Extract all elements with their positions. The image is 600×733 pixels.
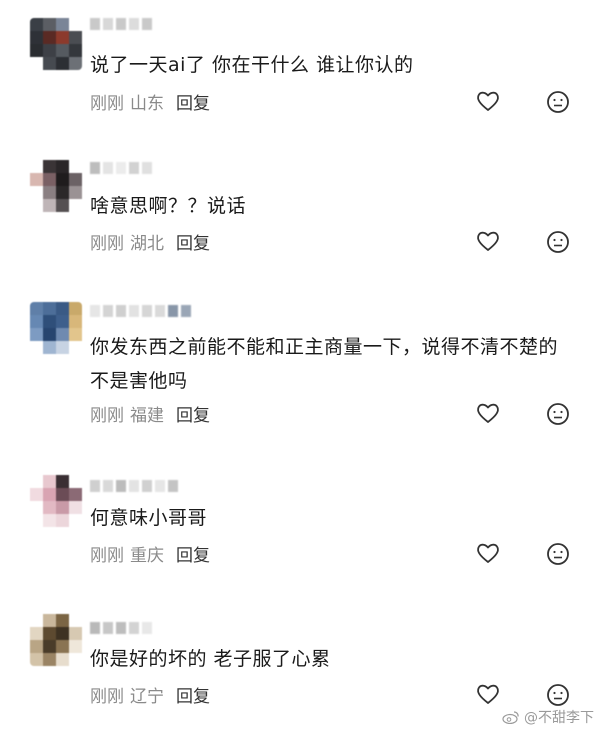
- username-redacted[interactable]: [90, 162, 152, 174]
- comment-text: 你是好的坏的 老子服了心累: [90, 648, 331, 670]
- username-redacted[interactable]: [90, 622, 152, 634]
- like-heart-icon[interactable]: [475, 400, 501, 426]
- comment-meta: 刚刚 山东 回复: [90, 89, 210, 114]
- comment-time: 刚刚: [90, 93, 124, 114]
- reaction-smiley-icon[interactable]: [545, 89, 571, 115]
- comment-meta: 刚刚 湖北 回复: [90, 229, 210, 254]
- comment-text: 说了一天ai了 你在干什么 谁让你认的: [90, 54, 414, 76]
- reaction-smiley-icon[interactable]: [545, 682, 571, 708]
- avatar[interactable]: [30, 614, 82, 666]
- watermark-text: @不甜李下: [524, 710, 594, 726]
- comment-text: 你发东西之前能不能和正主商量一下，说得不清不楚的不是害他吗: [90, 336, 559, 392]
- avatar[interactable]: [30, 18, 82, 70]
- watermark: @不甜李下: [502, 707, 594, 727]
- comment-text: 啥意思啊？？说话: [90, 195, 247, 217]
- username-redacted[interactable]: [90, 18, 152, 30]
- avatar[interactable]: [30, 160, 82, 212]
- reply-button[interactable]: 回复: [176, 682, 210, 707]
- weibo-logo-icon: [502, 711, 519, 724]
- like-heart-icon[interactable]: [475, 88, 501, 114]
- comment-meta: 刚刚 重庆 回复: [90, 541, 210, 566]
- avatar[interactable]: [30, 475, 82, 527]
- username-redacted[interactable]: [90, 480, 178, 492]
- comment-location: 福建: [130, 405, 164, 426]
- comment-location: 辽宁: [130, 686, 164, 707]
- comment-location: 山东: [130, 93, 164, 114]
- reply-button[interactable]: 回复: [176, 541, 210, 566]
- like-heart-icon[interactable]: [475, 681, 501, 707]
- comment-location: 湖北: [130, 233, 164, 254]
- comment-time: 刚刚: [90, 545, 124, 566]
- comment-text: 何意味小哥哥: [90, 507, 208, 529]
- comment-meta: 刚刚 辽宁 回复: [90, 682, 210, 707]
- comment-meta: 刚刚 福建 回复: [90, 401, 210, 426]
- username-redacted[interactable]: [90, 305, 191, 317]
- reaction-smiley-icon[interactable]: [545, 401, 571, 427]
- like-heart-icon[interactable]: [475, 540, 501, 566]
- reply-button[interactable]: 回复: [176, 89, 210, 114]
- comment-location: 重庆: [130, 545, 164, 566]
- reply-button[interactable]: 回复: [176, 401, 210, 426]
- comment-time: 刚刚: [90, 405, 124, 426]
- comment-time: 刚刚: [90, 686, 124, 707]
- reaction-smiley-icon[interactable]: [545, 541, 571, 567]
- like-heart-icon[interactable]: [475, 228, 501, 254]
- reply-button[interactable]: 回复: [176, 229, 210, 254]
- comment-time: 刚刚: [90, 233, 124, 254]
- avatar[interactable]: [30, 302, 82, 354]
- reaction-smiley-icon[interactable]: [545, 229, 571, 255]
